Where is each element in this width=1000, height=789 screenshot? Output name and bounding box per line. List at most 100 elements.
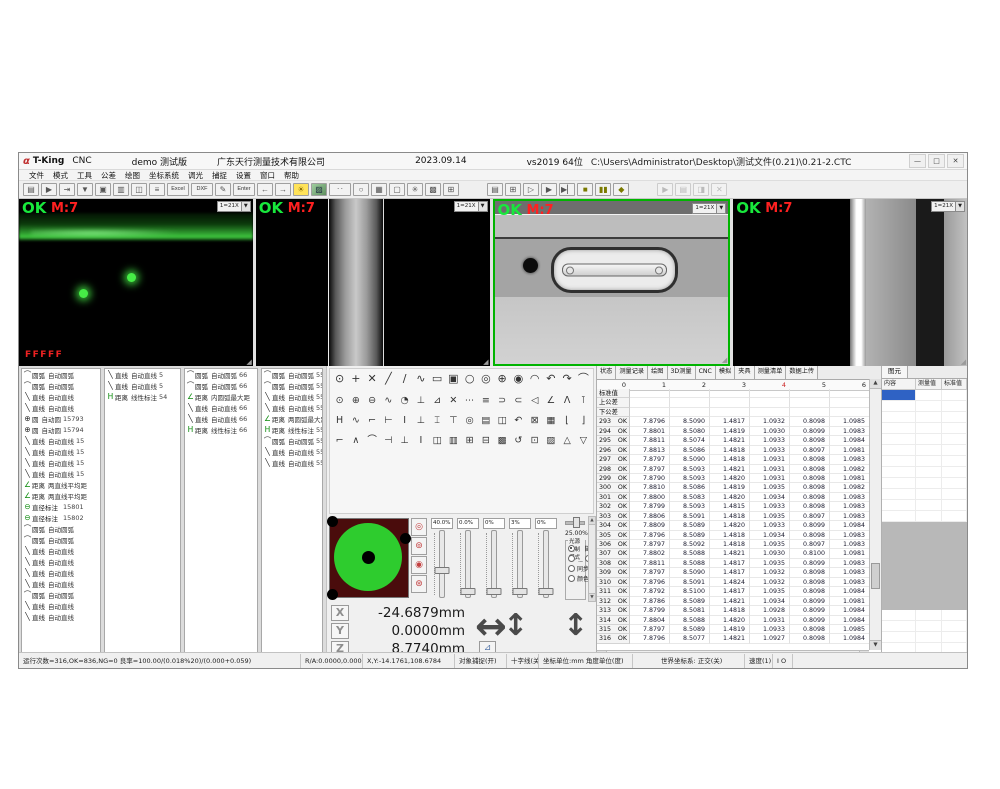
tool-icon[interactable]: ↷	[560, 372, 575, 388]
step-button[interactable]: ⇥	[59, 183, 75, 196]
tool-icon[interactable]: ⊣	[381, 434, 396, 448]
tool-icon[interactable]: ∿	[348, 414, 363, 428]
tool-icon[interactable]: H	[332, 414, 347, 428]
measure-item[interactable]: ╲直线自动直线	[22, 567, 100, 578]
results-tab-4[interactable]: CNC	[696, 366, 716, 379]
tool-icon[interactable]: ◔	[397, 394, 412, 408]
measure-item[interactable]: ⌒圆弧自动圆弧	[22, 380, 100, 391]
measure-item[interactable]: ╲直线自动直线66	[185, 402, 257, 413]
scroll-down-icon[interactable]: ▼	[589, 593, 595, 601]
tool-icon[interactable]: ⌒	[365, 434, 380, 448]
element-row[interactable]	[882, 478, 967, 489]
open-run-button[interactable]: ▶	[41, 183, 57, 196]
tab-elements[interactable]: 图元	[882, 366, 908, 378]
tool-icon[interactable]: ▦	[543, 414, 558, 428]
tool-icon[interactable]: ▤	[478, 414, 493, 428]
element-row[interactable]	[882, 621, 967, 632]
results-vertical-scrollbar[interactable]: ▲ ▼	[869, 379, 881, 650]
result-row[interactable]: 303OK7.88068.50911.48181.09350.80971.098…	[597, 512, 869, 521]
tool-icon[interactable]: ⊥	[413, 394, 428, 408]
tool-icon[interactable]: ⊙	[332, 372, 347, 388]
tool-icon[interactable]: ⌋	[576, 414, 591, 428]
result-row[interactable]: 302OK7.87998.50931.48151.09330.80981.098…	[597, 502, 869, 511]
light-channel-slider-2[interactable]: 0%	[483, 518, 505, 600]
measure-item[interactable]: ╲直线自动直线55	[262, 402, 322, 413]
stop-button[interactable]: ■	[577, 183, 593, 196]
tolerance-row[interactable]: 下公差	[597, 408, 869, 417]
tool-icon[interactable]: ⋯	[462, 394, 477, 408]
export-dxf-button[interactable]: DXF	[191, 183, 213, 196]
close-button[interactable]: ✕	[947, 154, 964, 168]
tool-icon[interactable]: ▨	[543, 434, 558, 448]
slider-thumb[interactable]	[539, 588, 554, 595]
camera-view-3-selected[interactable]: OK M:7 1=21X▼ ◢	[493, 199, 731, 366]
tool-icon[interactable]: ⌒	[576, 372, 591, 388]
results-tab-7[interactable]: 测量清单	[755, 366, 787, 379]
save-disabled-button[interactable]: ▤	[675, 183, 691, 196]
ring-segment-button-1[interactable]: ⊚	[411, 537, 427, 555]
light-channel-slider-0[interactable]: 40.0%	[431, 518, 453, 600]
tool-icon[interactable]: ⊿	[430, 394, 445, 408]
result-row[interactable]: 308OK7.88118.50881.48171.09350.80991.098…	[597, 559, 869, 568]
tool-icon[interactable]: ∿	[413, 372, 428, 388]
measure-item[interactable]: ╲直线自动直线66	[185, 413, 257, 424]
tool-icon[interactable]: ↺	[511, 434, 526, 448]
element-row[interactable]	[882, 511, 967, 522]
edit-button[interactable]: ✎	[215, 183, 231, 196]
image-button[interactable]: ▨	[311, 183, 327, 196]
zoom-selector[interactable]: 1=21X▼	[692, 203, 726, 214]
measure-item[interactable]: ⊕圆自动圆15793	[22, 413, 100, 424]
element-row[interactable]	[882, 489, 967, 500]
scroll-up-icon[interactable]: ▲	[589, 517, 595, 525]
result-row[interactable]: 309OK7.87978.50901.48171.09320.80981.098…	[597, 568, 869, 577]
menu-item-7[interactable]: 捕捉	[212, 170, 227, 181]
result-row[interactable]: 311OK7.87928.51001.48171.09350.80981.098…	[597, 587, 869, 596]
resize-grip-icon[interactable]: ◢	[246, 358, 251, 366]
measure-item[interactable]: ╲直线自动直线5	[105, 369, 180, 380]
element-row[interactable]	[882, 423, 967, 434]
result-row[interactable]: 313OK7.87998.50811.48181.09280.80991.098…	[597, 606, 869, 615]
result-row[interactable]: 295OK7.88118.50741.48211.09330.80981.098…	[597, 436, 869, 445]
measure-item[interactable]: ╲直线自动直线55	[262, 391, 322, 402]
radio-sync-trigger[interactable]	[568, 565, 575, 572]
tool-icon[interactable]: ⊕	[495, 372, 510, 388]
radio-coarse[interactable]	[568, 555, 575, 562]
zoom-selector[interactable]: 1=21X▼	[217, 201, 251, 212]
tool-icon[interactable]: ⌐	[332, 434, 347, 448]
result-row[interactable]: 306OK7.87978.50921.48181.09350.80971.098…	[597, 540, 869, 549]
tool-icon[interactable]: +	[348, 372, 363, 388]
dash-button[interactable]: - -	[329, 183, 351, 196]
scroll-up-icon[interactable]: ▲	[870, 379, 881, 389]
light-button[interactable]: ☀	[293, 183, 309, 196]
tool-icon[interactable]: ∕	[397, 372, 412, 388]
ring-segment-button-2[interactable]: ◉	[411, 556, 427, 574]
tool-icon[interactable]: △	[560, 434, 575, 448]
tool-icon[interactable]: ⊖	[365, 394, 380, 408]
measure-item[interactable]: ⊕圆自动圆15794	[22, 424, 100, 435]
ring-segment-button-3[interactable]: ⊛	[411, 575, 427, 593]
play-to-end-button[interactable]: ▶▏	[559, 183, 575, 196]
results-tab-2[interactable]: 绘图	[648, 366, 667, 379]
tool-icon[interactable]: ⊂	[511, 394, 526, 408]
measure-item[interactable]: ∠距离两圆弧最大距	[262, 413, 322, 424]
result-row[interactable]: 300OK7.88108.50861.48191.09350.80981.098…	[597, 483, 869, 492]
save-result-button[interactable]: ▤	[487, 183, 503, 196]
tool-icon[interactable]: ◎	[462, 414, 477, 428]
arrow-left-button[interactable]: ←	[257, 183, 273, 196]
tool-icon[interactable]: I	[413, 434, 428, 448]
element-row[interactable]	[882, 632, 967, 643]
measure-item[interactable]: H距离线性标注66	[185, 424, 257, 435]
result-row[interactable]: 307OK7.88028.50881.48211.09300.81001.098…	[597, 549, 869, 558]
dropdown-button[interactable]: ▼	[77, 183, 93, 196]
tool-icon[interactable]: ⊡	[527, 434, 542, 448]
result-row[interactable]: 296OK7.88138.50861.48181.09330.80971.098…	[597, 446, 869, 455]
tool-icon[interactable]: ◉	[511, 372, 526, 388]
measure-item[interactable]: ╲直线自动直线55	[262, 446, 322, 457]
tool-icon[interactable]: ◎	[478, 372, 493, 388]
light-panel-scrollbar[interactable]: ▲▼	[588, 516, 596, 602]
element-row[interactable]	[882, 500, 967, 511]
menu-item-8[interactable]: 设置	[236, 170, 251, 181]
tool-icon[interactable]: ▽	[576, 434, 591, 448]
menu-item-6[interactable]: 调光	[188, 170, 203, 181]
tool-icon[interactable]: ⌶	[430, 414, 445, 428]
